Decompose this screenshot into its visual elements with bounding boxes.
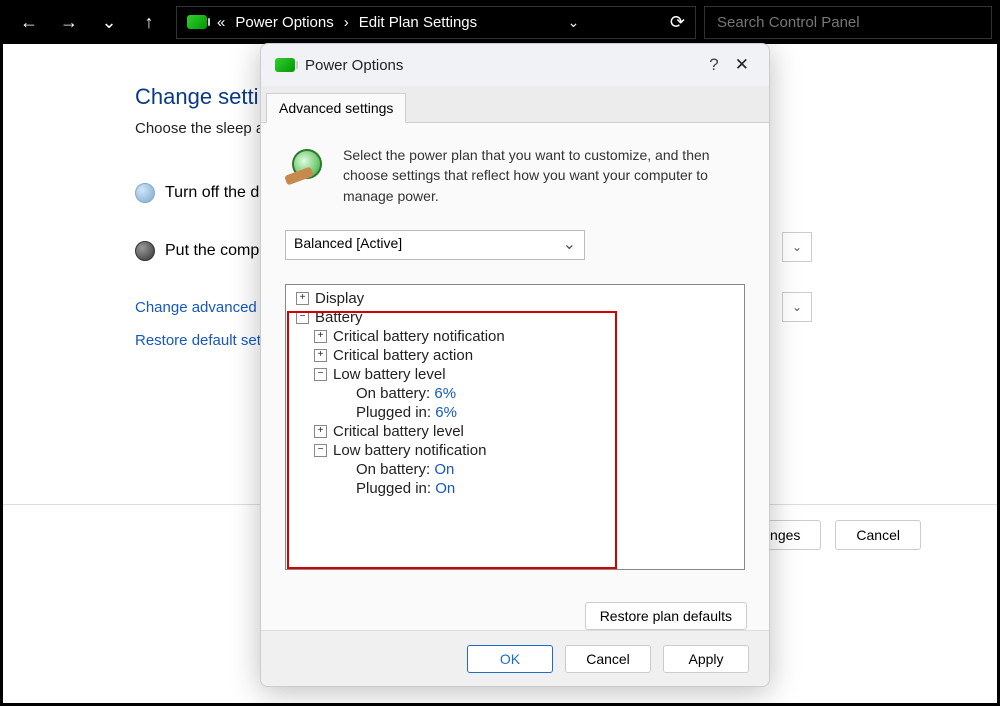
power-icon <box>187 15 207 29</box>
dialog-icon <box>275 58 295 72</box>
collapse-icon[interactable]: − <box>296 311 309 324</box>
search-placeholder: Search Control Panel <box>717 14 860 31</box>
display-dropdown[interactable]: ⌄ <box>782 232 812 262</box>
on-battery-label: On battery: <box>356 461 430 478</box>
tree-crit-level[interactable]: Critical battery level <box>333 423 464 440</box>
collapse-icon[interactable]: − <box>314 444 327 457</box>
plan-icon <box>285 145 329 189</box>
tree-battery[interactable]: Battery <box>315 309 363 326</box>
expand-icon[interactable]: + <box>314 425 327 438</box>
restore-defaults-button[interactable]: Restore plan defaults <box>585 602 747 630</box>
plugged-in-label: Plugged in: <box>356 480 431 497</box>
plan-select[interactable]: Balanced [Active] <box>285 230 585 260</box>
sleep-icon <box>135 241 155 261</box>
on-battery-label: On battery: <box>356 385 430 402</box>
tree-low-notif[interactable]: Low battery notification <box>333 442 486 459</box>
tree-low-level[interactable]: Low battery level <box>333 366 446 383</box>
search-input[interactable]: Search Control Panel <box>704 6 992 39</box>
tab-advanced-settings[interactable]: Advanced settings <box>266 93 406 123</box>
breadcrumb-chevron: « <box>217 14 225 31</box>
low-level-plugged-value[interactable]: 6% <box>435 404 457 421</box>
up-icon[interactable]: ↑ <box>138 12 160 33</box>
ok-button[interactable]: OK <box>467 645 553 673</box>
dialog-description: Select the power plan that you want to c… <box>343 145 745 206</box>
breadcrumb-item[interactable]: Edit Plan Settings <box>359 14 477 31</box>
expand-icon[interactable]: + <box>296 292 309 305</box>
settings-tree[interactable]: +Display −Battery +Critical battery noti… <box>285 284 745 570</box>
expand-icon[interactable]: + <box>314 330 327 343</box>
tree-crit-action[interactable]: Critical battery action <box>333 347 473 364</box>
tree-display[interactable]: Display <box>315 290 364 307</box>
back-icon[interactable]: ← <box>18 12 40 33</box>
breadcrumb-sep: › <box>344 14 349 31</box>
dialog-title: Power Options <box>305 57 403 74</box>
low-notif-plugged-value[interactable]: On <box>435 480 455 497</box>
tree-crit-notif[interactable]: Critical battery notification <box>333 328 505 345</box>
breadcrumb-dropdown-icon[interactable]: ⌄ <box>568 14 580 31</box>
collapse-icon[interactable]: − <box>314 368 327 381</box>
cancel-button[interactable]: Cancel <box>835 520 921 550</box>
low-level-on-battery-value[interactable]: 6% <box>434 385 456 402</box>
low-notif-on-battery-value[interactable]: On <box>434 461 454 478</box>
plugged-in-label: Plugged in: <box>356 404 431 421</box>
help-icon[interactable]: ? <box>699 55 728 75</box>
breadcrumb-item[interactable]: Power Options <box>235 14 333 31</box>
cancel-button[interactable]: Cancel <box>565 645 651 673</box>
power-options-dialog: Power Options ? ✕ Advanced settings Sele… <box>260 43 770 687</box>
plan-select-value: Balanced [Active] <box>294 235 402 251</box>
display-icon <box>135 183 155 203</box>
close-icon[interactable]: ✕ <box>729 55 755 75</box>
expand-icon[interactable]: + <box>314 349 327 362</box>
forward-icon[interactable]: → <box>58 12 80 33</box>
sleep-dropdown[interactable]: ⌄ <box>782 292 812 322</box>
breadcrumb[interactable]: « Power Options › Edit Plan Settings ⌄ ⟳ <box>176 6 696 39</box>
apply-button[interactable]: Apply <box>663 645 749 673</box>
recent-dropdown-icon[interactable]: ⌄ <box>98 12 120 33</box>
refresh-icon[interactable]: ⟳ <box>670 12 685 33</box>
